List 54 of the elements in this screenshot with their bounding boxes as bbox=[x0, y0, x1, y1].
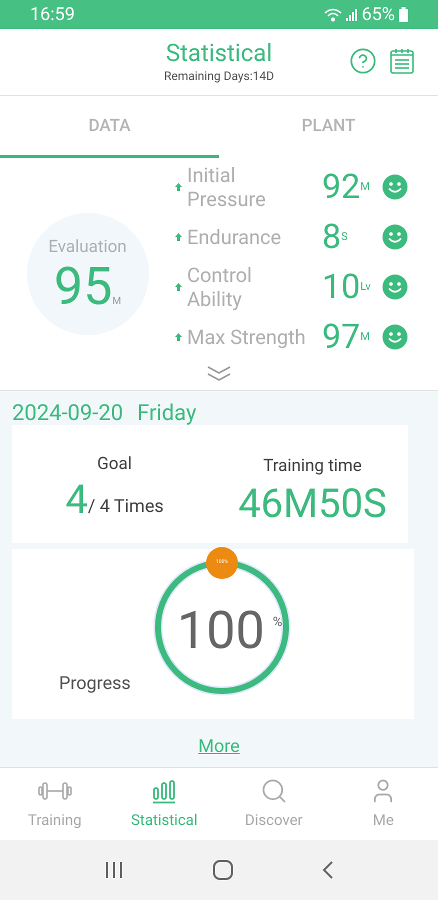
tab[interactable]: DATA bbox=[0, 96, 219, 158]
nav-tab[interactable]: Discover bbox=[219, 768, 328, 840]
metric-value: 92 bbox=[322, 169, 360, 205]
progress-label: Progress bbox=[59, 672, 131, 696]
nav-tab[interactable]: Me bbox=[328, 768, 438, 840]
remaining-days: Remaining Days:14D bbox=[164, 67, 274, 85]
metric-value: 8 bbox=[322, 219, 342, 255]
battery-percent: 65% bbox=[362, 3, 395, 27]
up-arrow-icon bbox=[175, 183, 182, 191]
goal-label: Goal bbox=[97, 453, 132, 476]
search-icon bbox=[260, 776, 288, 805]
battery-icon bbox=[399, 7, 408, 22]
metric-value: 97 bbox=[322, 319, 360, 355]
up-arrow-icon bbox=[175, 233, 182, 241]
signal-icon bbox=[346, 8, 358, 20]
weekday: Friday bbox=[137, 400, 196, 425]
smiley-icon bbox=[382, 274, 408, 300]
goal-total: / 4 Times bbox=[88, 494, 164, 518]
training-time: 46M50S bbox=[238, 480, 387, 528]
page-title: Statistical bbox=[166, 39, 272, 67]
status-time: 16:59 bbox=[30, 3, 75, 27]
percent-sign: % bbox=[272, 614, 282, 632]
progress-percent: 100 bbox=[177, 605, 265, 657]
goal-done: 4 bbox=[65, 478, 88, 522]
metric-name: Control Ability bbox=[187, 263, 253, 311]
back-button[interactable] bbox=[322, 861, 334, 879]
training-time-label: Training time bbox=[263, 455, 362, 478]
metric-unit: Lv bbox=[360, 278, 371, 294]
home-button[interactable] bbox=[212, 860, 233, 880]
nav-tab[interactable]: Statistical bbox=[110, 768, 219, 840]
evaluation-unit: M bbox=[112, 294, 122, 309]
smiley-icon bbox=[382, 324, 408, 350]
metric-name: Max Strength bbox=[187, 325, 307, 349]
dumbbell-icon bbox=[38, 780, 72, 801]
metric-name: Initial Pressure bbox=[187, 163, 267, 211]
metric-unit: M bbox=[360, 328, 370, 344]
up-arrow-icon bbox=[175, 283, 182, 291]
more-link[interactable]: More bbox=[198, 733, 240, 760]
wifi-icon bbox=[324, 8, 342, 22]
smiley-icon bbox=[382, 174, 408, 200]
bar-chart-icon bbox=[151, 778, 178, 804]
up-arrow-icon bbox=[175, 333, 182, 341]
date: 2024-09-20 bbox=[12, 400, 124, 425]
nav-tab[interactable]: Training bbox=[0, 768, 110, 840]
metric-name: Endurance bbox=[187, 225, 282, 249]
smiley-icon bbox=[382, 224, 408, 250]
metric-unit: S bbox=[341, 228, 348, 244]
evaluation-label: Evaluation bbox=[48, 236, 127, 260]
tab[interactable]: PLANT bbox=[219, 96, 438, 158]
expand-chevron-icon bbox=[207, 366, 231, 382]
metric-value: 10 bbox=[322, 269, 360, 305]
evaluation-score: 95 bbox=[54, 260, 112, 313]
recent-apps-button[interactable] bbox=[104, 861, 124, 879]
metric-unit: M bbox=[360, 178, 370, 194]
